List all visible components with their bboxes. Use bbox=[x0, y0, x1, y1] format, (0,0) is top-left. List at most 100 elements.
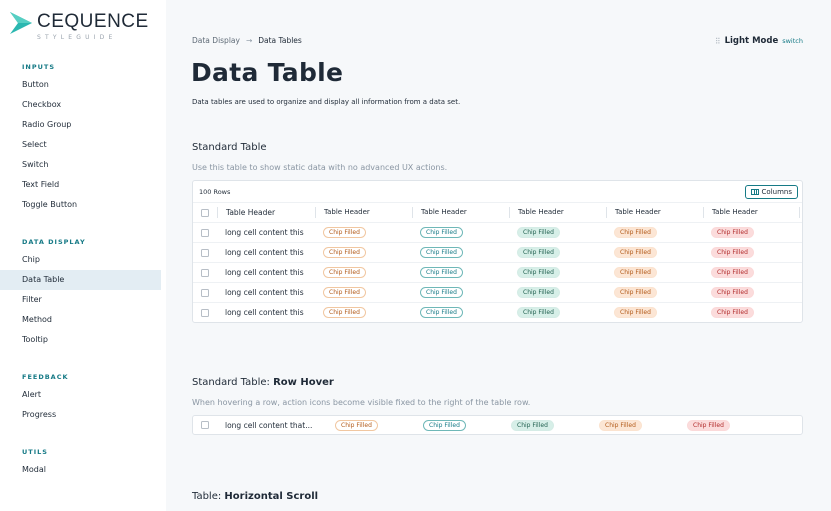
status-chip: Chip Filled bbox=[614, 227, 657, 238]
page-title: Data Table bbox=[191, 58, 344, 87]
table-row[interactable]: long cell content this Chip Filled Chip … bbox=[193, 282, 802, 302]
sidebar-item-toggle-button[interactable]: Toggle Button bbox=[0, 195, 166, 215]
select-all-checkbox[interactable] bbox=[201, 208, 209, 217]
row-checkbox[interactable] bbox=[201, 268, 209, 277]
table-cell-text: long cell content this bbox=[225, 228, 304, 237]
row-checkbox[interactable] bbox=[201, 421, 209, 429]
row-hover-description: When hovering a row, action icons become… bbox=[192, 398, 531, 407]
nav-section-feedback: FEEDBACK Alert Progress bbox=[0, 373, 166, 425]
nav-section-data-display: DATA DISPLAY Chip Data Table Filter Meth… bbox=[0, 238, 166, 350]
table-header-cell[interactable]: Table Header bbox=[606, 207, 703, 218]
table-header-cell[interactable]: Table Header bbox=[217, 207, 315, 218]
status-chip: Chip Filled bbox=[517, 247, 560, 258]
row-hover-title: Standard Table: Row Hover bbox=[192, 377, 334, 388]
status-chip: Chip Filled bbox=[711, 227, 754, 238]
status-chip: Chip Filled bbox=[323, 247, 366, 258]
table-row[interactable]: long cell content this Chip Filled Chip … bbox=[193, 302, 802, 322]
breadcrumb: Data Display → Data Tables bbox=[192, 36, 302, 45]
sidebar-item-progress[interactable]: Progress bbox=[0, 405, 166, 425]
status-chip: Chip Filled bbox=[323, 227, 366, 238]
sidebar-item-method[interactable]: Method bbox=[0, 310, 166, 330]
cequence-logo-icon bbox=[10, 12, 32, 34]
table-row[interactable]: long cell content this Chip Filled Chip … bbox=[193, 222, 802, 242]
status-chip: Chip Filled bbox=[614, 267, 657, 278]
standard-table: 100 Rows Columns Table Header Table Head… bbox=[192, 180, 803, 323]
nav-heading-utils: UTILS bbox=[22, 448, 48, 456]
sidebar-item-radio-group[interactable]: Radio Group bbox=[0, 115, 166, 135]
row-hover-table[interactable]: long cell content that... Chip Filled Ch… bbox=[192, 415, 803, 435]
status-chip: Chip Filled bbox=[711, 247, 754, 258]
row-hover-title-prefix: Standard Table: bbox=[192, 377, 274, 388]
status-chip: Chip Filled bbox=[420, 227, 463, 238]
table-cell-text: long cell content this bbox=[225, 288, 304, 297]
status-chip: Chip Filled bbox=[517, 287, 560, 298]
status-chip: Chip Filled bbox=[323, 307, 366, 318]
sidebar-item-modal[interactable]: Modal bbox=[0, 460, 166, 480]
mode-label: Light Mode bbox=[724, 36, 779, 46]
horizontal-scroll-title-prefix: Table: bbox=[192, 491, 225, 502]
table-row[interactable]: long cell content this Chip Filled Chip … bbox=[193, 262, 802, 282]
row-checkbox[interactable] bbox=[201, 288, 209, 297]
nav-heading-inputs: INPUTS bbox=[22, 63, 56, 71]
sidebar-item-text-field[interactable]: Text Field bbox=[0, 175, 166, 195]
status-chip: Chip Filled bbox=[420, 247, 463, 258]
table-row[interactable]: long cell content this Chip Filled Chip … bbox=[193, 242, 802, 262]
breadcrumb-arrow-icon: → bbox=[245, 36, 253, 45]
table-header-cell[interactable]: Table Header bbox=[412, 207, 509, 218]
table-cell-text: long cell content this bbox=[225, 248, 304, 257]
table-header-cell[interactable]: Table Header bbox=[509, 207, 606, 218]
sidebar-item-switch[interactable]: Switch bbox=[0, 155, 166, 175]
table-header-cell[interactable]: Table Header bbox=[315, 207, 412, 218]
sidebar-item-checkbox[interactable]: Checkbox bbox=[0, 95, 166, 115]
status-chip: Chip Filled bbox=[335, 419, 378, 431]
rows-count: 100 Rows bbox=[199, 187, 231, 196]
sidebar-item-chip[interactable]: Chip bbox=[0, 250, 166, 270]
status-chip: Chip Filled bbox=[614, 247, 657, 258]
row-hover-title-bold: Row Hover bbox=[273, 377, 334, 388]
horizontal-scroll-title: Table: Horizontal Scroll bbox=[192, 491, 318, 502]
columns-button[interactable]: Columns bbox=[744, 184, 798, 199]
sidebar-item-tooltip[interactable]: Tooltip bbox=[0, 330, 166, 350]
nav-heading-feedback: FEEDBACK bbox=[22, 373, 69, 381]
table-toolbar: 100 Rows Columns bbox=[193, 181, 802, 202]
columns-button-label: Columns bbox=[761, 187, 792, 196]
row-checkbox[interactable] bbox=[201, 228, 209, 237]
page-description: Data tables are used to organize and dis… bbox=[192, 98, 461, 106]
status-chip: Chip Filled bbox=[323, 287, 366, 298]
brand-logo[interactable]: CEQUENCE STYLEGUIDE bbox=[10, 12, 149, 41]
breadcrumb-parent[interactable]: Data Display bbox=[192, 36, 240, 45]
status-chip: Chip Filled bbox=[423, 419, 466, 431]
columns-icon bbox=[750, 188, 759, 195]
nav-heading-data-display: DATA DISPLAY bbox=[22, 238, 86, 246]
main-content: Data Display → Data Tables ⠿ Light Mode … bbox=[166, 0, 831, 511]
brand-subtitle: STYLEGUIDE bbox=[37, 34, 117, 41]
sidebar-item-filter[interactable]: Filter bbox=[0, 290, 166, 310]
sidebar-item-select[interactable]: Select bbox=[0, 135, 166, 155]
sidebar: CEQUENCE STYLEGUIDE INPUTS Button Checkb… bbox=[0, 0, 166, 511]
status-chip: Chip Filled bbox=[711, 267, 754, 278]
status-chip: Chip Filled bbox=[687, 419, 730, 431]
brand-name: CEQUENCE bbox=[37, 11, 149, 32]
status-chip: Chip Filled bbox=[420, 287, 463, 298]
standard-table-description: Use this table to show static data with … bbox=[192, 163, 448, 172]
row-checkbox[interactable] bbox=[201, 308, 209, 317]
sidebar-item-alert[interactable]: Alert bbox=[0, 385, 166, 405]
table-cell-text: long cell content this bbox=[225, 268, 304, 277]
status-chip: Chip Filled bbox=[511, 419, 554, 431]
sidebar-item-data-table[interactable]: Data Table bbox=[0, 270, 161, 290]
status-chip: Chip Filled bbox=[517, 267, 560, 278]
horizontal-scroll-title-bold: Horizontal Scroll bbox=[224, 491, 319, 502]
row-checkbox[interactable] bbox=[201, 248, 209, 257]
status-chip: Chip Filled bbox=[711, 287, 754, 298]
breadcrumb-current: Data Tables bbox=[258, 36, 302, 45]
theme-mode-toggle[interactable]: ⠿ Light Mode switch bbox=[715, 36, 803, 46]
status-chip: Chip Filled bbox=[323, 267, 366, 278]
sidebar-item-button[interactable]: Button bbox=[0, 75, 166, 95]
mode-switch-link[interactable]: switch bbox=[782, 37, 803, 45]
status-chip: Chip Filled bbox=[420, 307, 463, 318]
table-cell-text: long cell content that... bbox=[225, 420, 313, 430]
table-header-cell[interactable]: Table Header bbox=[703, 207, 800, 218]
status-chip: Chip Filled bbox=[614, 287, 657, 298]
nav-section-inputs: INPUTS Button Checkbox Radio Group Selec… bbox=[0, 63, 166, 215]
nav-section-utils: UTILS Modal bbox=[0, 448, 166, 480]
